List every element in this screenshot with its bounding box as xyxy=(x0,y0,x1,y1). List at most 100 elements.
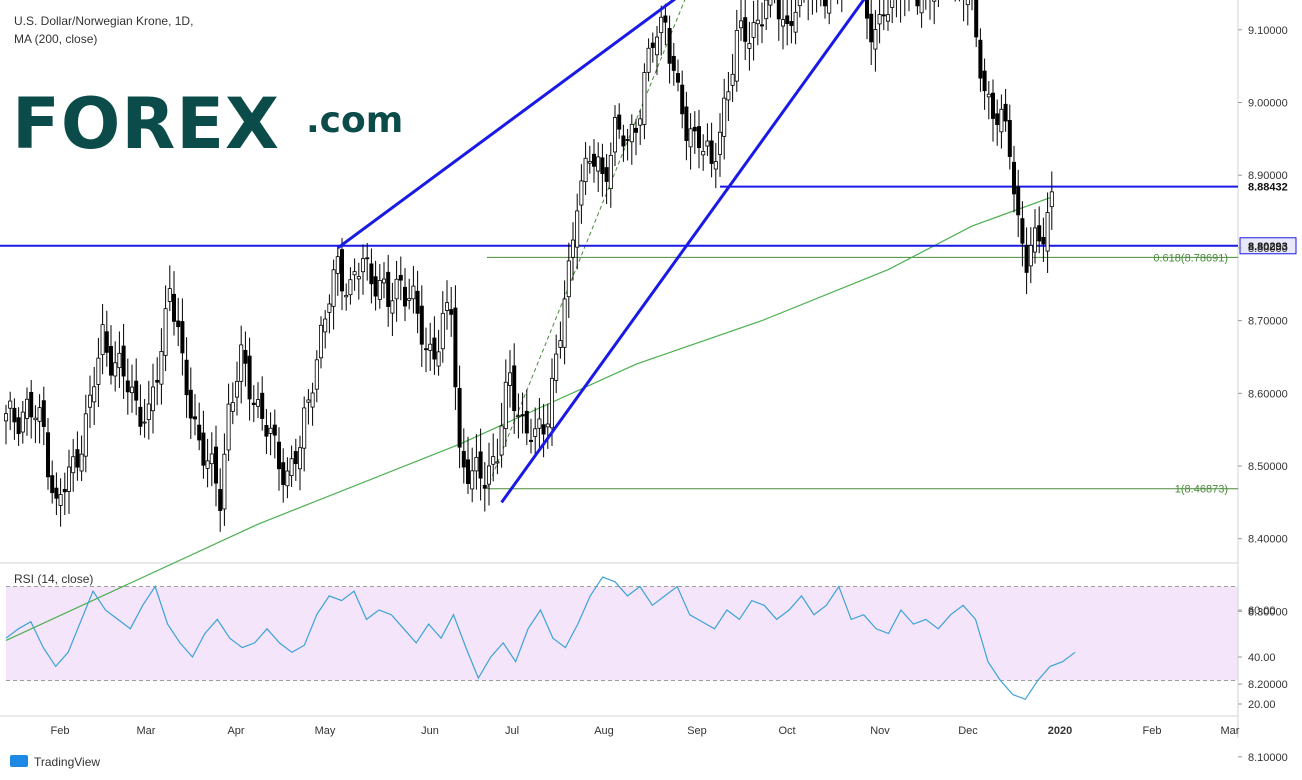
candle-body xyxy=(365,257,370,260)
candle-body xyxy=(486,465,491,485)
time-axis-label: Jun xyxy=(421,725,439,737)
candle-body xyxy=(247,355,252,400)
price-tick-label: 8.70000 xyxy=(1248,316,1288,328)
candle-body xyxy=(62,488,67,493)
candle-body xyxy=(915,0,920,7)
chart-canvas[interactable]: FOREX .com 0(9.30166)0.618(8.78691)1(8.4… xyxy=(0,0,1302,780)
candle-body xyxy=(465,459,470,484)
candle-body xyxy=(184,359,189,396)
candle-body xyxy=(230,402,235,412)
candle-body xyxy=(726,91,731,101)
candle-body xyxy=(995,113,1000,125)
candle-body xyxy=(499,425,504,456)
candle-body xyxy=(37,407,42,422)
candle-body xyxy=(747,43,752,49)
candle-body xyxy=(54,487,59,499)
candle-body xyxy=(201,432,206,466)
candle-body xyxy=(575,210,580,248)
candle-body xyxy=(226,403,231,451)
candle-body xyxy=(743,17,748,42)
candle-body xyxy=(310,392,315,408)
candle-body xyxy=(978,39,983,79)
candle-body xyxy=(734,30,739,82)
candle-body xyxy=(302,407,307,449)
candle-body xyxy=(491,456,496,465)
candle-body xyxy=(314,359,319,390)
candle-body xyxy=(260,392,265,419)
candle-body xyxy=(339,249,344,292)
candle-body xyxy=(785,15,790,24)
tradingview-icon xyxy=(10,755,28,767)
time-axis-label: May xyxy=(315,725,336,737)
candle-body xyxy=(474,456,479,472)
candle-body xyxy=(751,22,756,38)
candle-body xyxy=(129,386,134,394)
candle-body xyxy=(709,140,714,164)
candle-body xyxy=(1033,227,1038,253)
candle-body xyxy=(251,402,256,406)
time-axis-label: Aug xyxy=(594,725,614,737)
candle-body xyxy=(604,167,609,182)
time-axis-label: Nov xyxy=(870,725,890,737)
candle-body xyxy=(697,126,702,149)
candle-body xyxy=(991,92,996,119)
candle-body xyxy=(634,127,639,133)
candle-body xyxy=(1028,245,1033,267)
candle-body xyxy=(293,451,298,465)
candle-body xyxy=(688,128,693,148)
candle-body xyxy=(121,345,126,377)
candle-body xyxy=(629,123,634,143)
candle-body xyxy=(524,410,529,434)
candle-body xyxy=(755,19,760,25)
candle-body xyxy=(1049,191,1054,208)
price-tick-label: 9.00000 xyxy=(1248,98,1288,110)
candle-body xyxy=(579,180,584,206)
candle-body xyxy=(541,424,546,435)
time-axis-label: Jul xyxy=(505,725,519,737)
candle-body xyxy=(453,307,458,388)
candle-body xyxy=(1024,244,1029,273)
candle-body xyxy=(92,386,97,403)
rsi-band xyxy=(6,586,1238,681)
candle-body xyxy=(167,288,172,302)
candle-body xyxy=(965,0,970,6)
candle-body xyxy=(209,453,214,465)
candle-body xyxy=(974,0,979,38)
candle-body xyxy=(646,47,651,73)
candle-body xyxy=(550,377,555,429)
candle-body xyxy=(29,391,34,418)
candle-body xyxy=(932,0,937,2)
candle-body xyxy=(75,449,80,468)
candle-body xyxy=(113,362,118,377)
candle-body xyxy=(344,295,349,298)
candle-body xyxy=(100,324,105,356)
candle-body xyxy=(764,0,769,20)
candle-body xyxy=(402,286,407,307)
candle-body xyxy=(88,394,93,408)
candle-body xyxy=(613,117,618,153)
candle-body xyxy=(583,157,588,183)
candle-body xyxy=(461,451,466,468)
time-axis-label: Feb xyxy=(51,725,70,737)
candle-body xyxy=(373,276,378,297)
candle-body xyxy=(125,380,130,393)
candle-body xyxy=(558,340,563,348)
time-axis-label: Mar xyxy=(1221,725,1240,737)
candle-body xyxy=(684,106,689,141)
candle-body xyxy=(982,70,987,92)
candle-body xyxy=(600,157,605,174)
candle-body xyxy=(205,460,210,469)
candle-body xyxy=(1020,218,1025,244)
candle-body xyxy=(478,451,483,479)
rsi-tick-label: 60.00 xyxy=(1248,605,1276,617)
candle-body xyxy=(444,302,449,311)
fib-level-label: 0.618(8.78691) xyxy=(1153,252,1228,264)
candle-body xyxy=(285,470,290,487)
candle-body xyxy=(142,421,147,424)
tradingview-brand[interactable]: TradingView xyxy=(10,755,100,769)
candle-body xyxy=(919,0,924,14)
candle-body xyxy=(533,428,538,437)
candle-body xyxy=(272,424,277,436)
candle-body xyxy=(327,303,332,313)
candle-body xyxy=(155,380,160,383)
